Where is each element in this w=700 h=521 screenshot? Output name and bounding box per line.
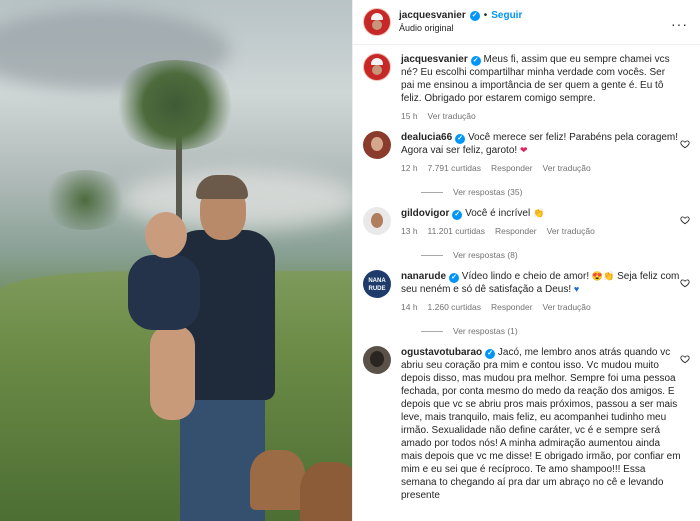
comment-likes[interactable]: 7.791 curtidas <box>428 163 481 173</box>
red-heart-emoji: ❤ <box>519 145 528 155</box>
comment-username[interactable]: ogustavotubarao <box>401 347 482 358</box>
comment-item: NANA RUDE nanarude ✓ Vídeo lindo e cheio … <box>363 270 690 336</box>
dog <box>300 462 352 521</box>
comment-time[interactable]: 14 h <box>401 302 418 312</box>
verified-badge-icon: ✓ <box>452 210 463 220</box>
view-replies-button[interactable]: Ver respostas (1) <box>421 326 681 336</box>
comment-item: ogustavotubarao ✓ Jacó, me lembro anos at… <box>363 346 690 502</box>
comment-likes[interactable]: 1.260 curtidas <box>428 302 481 312</box>
baby-legs <box>150 325 195 420</box>
palm-tree-leaves <box>110 60 240 150</box>
audio-label[interactable]: Áudio original <box>399 22 522 35</box>
baby-shirt <box>128 255 200 330</box>
comment-text: Você é incrível <box>465 208 531 219</box>
like-heart-icon[interactable] <box>680 139 690 149</box>
comment-list: jacquesvanier ✓ Meus fi, assim que eu sem… <box>353 45 700 502</box>
verified-badge-icon: ✓ <box>469 10 480 21</box>
author-avatar[interactable] <box>363 8 391 36</box>
commenter-avatar[interactable] <box>363 131 391 159</box>
view-replies-label: Ver respostas (1) <box>453 326 518 336</box>
comment-username[interactable]: nanarude <box>401 271 446 282</box>
author-avatar[interactable] <box>363 53 391 81</box>
translate-link[interactable]: Ver tradução <box>547 226 595 236</box>
comment-likes[interactable]: 11.201 curtidas <box>428 226 486 236</box>
heart-eyes-clap-emoji: 😍👏 <box>591 271 615 281</box>
comment-item: gildovigor ✓ Você é incrível 👏 13 h 11.20… <box>363 207 690 260</box>
post-header: jacquesvanier ✓ • Seguir Áudio original … <box>353 0 700 45</box>
verified-badge-icon: ✓ <box>485 349 496 359</box>
blue-heart-emoji: ♥ <box>573 284 580 294</box>
post-viewer: jacquesvanier ✓ • Seguir Áudio original … <box>0 0 700 521</box>
like-heart-icon[interactable] <box>680 215 690 225</box>
comment-time[interactable]: 12 h <box>401 163 418 173</box>
post-video[interactable] <box>0 0 352 521</box>
caption-username[interactable]: jacquesvanier <box>401 54 468 65</box>
caption-translate-link[interactable]: Ver tradução <box>428 111 476 121</box>
clapping-hands-emoji: 👏 <box>532 208 545 218</box>
reply-button[interactable]: Responder <box>491 302 533 312</box>
avatar-text: NANA RUDE <box>368 278 386 292</box>
reply-button[interactable]: Responder <box>495 226 537 236</box>
view-replies-label: Ver respostas (35) <box>453 187 523 197</box>
man-cap <box>196 175 248 199</box>
translate-link[interactable]: Ver tradução <box>543 163 591 173</box>
commenter-avatar[interactable]: NANA RUDE <box>363 270 391 298</box>
baby-face <box>145 212 187 258</box>
follow-button[interactable]: Seguir <box>491 9 522 22</box>
comment-username[interactable]: gildovigor <box>401 208 449 219</box>
verified-badge-icon: ✓ <box>449 273 460 283</box>
like-heart-icon[interactable] <box>680 354 690 364</box>
replies-divider <box>421 191 443 193</box>
comment-text: Jacó, me lembro anos atrás quando vc abr… <box>401 347 681 501</box>
comment-time[interactable]: 13 h <box>401 226 418 236</box>
separator-dot: • <box>483 10 488 21</box>
more-options-icon[interactable]: ··· <box>671 16 688 32</box>
comment-item: dealucia66 ✓ Você merece ser feliz! Parab… <box>363 131 690 197</box>
reply-button[interactable]: Responder <box>491 163 533 173</box>
commenter-avatar[interactable] <box>363 207 391 235</box>
verified-badge-icon: ✓ <box>470 56 481 66</box>
dog <box>250 450 305 510</box>
replies-divider <box>421 330 443 332</box>
tree <box>40 170 130 230</box>
view-replies-label: Ver respostas (8) <box>453 250 518 260</box>
caption-time[interactable]: 15 h <box>401 111 418 121</box>
replies-divider <box>421 254 443 256</box>
comment-username[interactable]: dealucia66 <box>401 132 452 143</box>
view-replies-button[interactable]: Ver respostas (35) <box>421 187 681 197</box>
author-username[interactable]: jacquesvanier <box>399 9 466 22</box>
view-replies-button[interactable]: Ver respostas (8) <box>421 250 681 260</box>
like-heart-icon[interactable] <box>680 278 690 288</box>
commenter-avatar[interactable] <box>363 346 391 374</box>
post-caption: jacquesvanier ✓ Meus fi, assim que eu sem… <box>363 53 690 121</box>
comments-panel: jacquesvanier ✓ • Seguir Áudio original … <box>352 0 700 521</box>
translate-link[interactable]: Ver tradução <box>543 302 591 312</box>
author-info: jacquesvanier ✓ • Seguir Áudio original <box>399 9 522 35</box>
verified-badge-icon: ✓ <box>455 134 466 144</box>
comment-text: Vídeo lindo e cheio de amor! <box>461 271 590 282</box>
